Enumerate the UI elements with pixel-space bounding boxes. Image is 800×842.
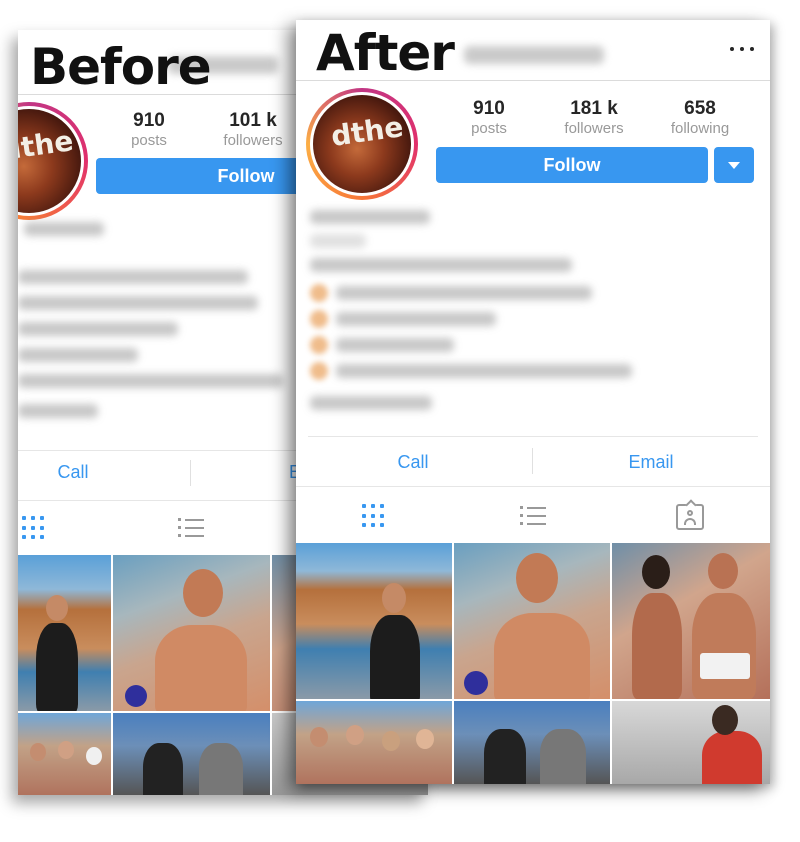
- stat-posts: 910 posts: [444, 98, 534, 138]
- after-profile-screenshot: After dthe 910 posts 181 k followers 658…: [296, 20, 770, 784]
- call-link[interactable]: Call: [378, 452, 448, 473]
- bio-line-blurred: [336, 312, 496, 326]
- bio-name-blurred: [310, 210, 430, 224]
- grid-photo[interactable]: [296, 543, 452, 699]
- avatar-text: dthe: [328, 110, 405, 153]
- profile-avatar[interactable]: dthe: [18, 102, 88, 220]
- grid-photo[interactable]: [454, 543, 610, 699]
- email-link[interactable]: Email: [614, 452, 688, 473]
- bio-category-blurred: [310, 234, 366, 248]
- followers-count: 181 k: [570, 98, 618, 119]
- grid-photo[interactable]: [454, 701, 610, 784]
- grid-photo[interactable]: [296, 701, 452, 784]
- after-label: After: [316, 24, 455, 82]
- chevron-down-icon: [728, 161, 740, 169]
- bio-line-blurred: [310, 258, 572, 272]
- posts-count: 910: [133, 110, 165, 131]
- bio-line-blurred: [18, 322, 178, 336]
- grid-photo[interactable]: [113, 713, 270, 795]
- stat-followers[interactable]: 101 k followers: [208, 110, 298, 150]
- stat-posts: 910 posts: [104, 110, 194, 150]
- bio-emoji-blurred: [310, 310, 328, 328]
- bio-line-blurred: [18, 374, 283, 388]
- posts-label: posts: [471, 120, 507, 137]
- posts-label: posts: [131, 132, 167, 149]
- bio-line-blurred: [18, 348, 138, 362]
- bio-link-blurred: [310, 396, 432, 410]
- call-link[interactable]: Call: [38, 462, 108, 483]
- list-view-icon[interactable]: [520, 506, 546, 528]
- list-view-icon[interactable]: [178, 518, 204, 540]
- profile-avatar[interactable]: dthe: [306, 88, 418, 200]
- grid-view-icon[interactable]: [362, 504, 386, 528]
- grid-photo[interactable]: [18, 713, 111, 795]
- stat-followers[interactable]: 181 k followers: [549, 98, 639, 138]
- bio-emoji-blurred: [310, 284, 328, 302]
- posts-count: 910: [473, 98, 505, 119]
- followers-label: followers: [223, 132, 283, 149]
- suggested-accounts-dropdown-button[interactable]: [714, 147, 754, 183]
- grid-photo[interactable]: [18, 555, 111, 711]
- bio-line-blurred: [18, 270, 248, 284]
- avatar-text: dthe: [18, 124, 75, 167]
- follow-button[interactable]: Follow: [436, 147, 708, 183]
- following-count: 658: [684, 98, 716, 119]
- bio-line-blurred: [18, 296, 258, 310]
- bio-emoji-blurred: [310, 362, 328, 380]
- grid-photo[interactable]: [612, 543, 770, 699]
- actions-divider: [532, 448, 533, 474]
- grid-photo[interactable]: [612, 701, 770, 784]
- tagged-photos-icon[interactable]: [676, 504, 704, 530]
- actions-divider: [190, 460, 191, 486]
- bio-line-blurred: [336, 364, 632, 378]
- username-blurred: [464, 46, 604, 64]
- actions-bottom-divider: [296, 486, 770, 487]
- stat-following[interactable]: 658 following: [655, 98, 745, 138]
- bio-name-blurred: [24, 222, 104, 236]
- bio-line-blurred: [18, 404, 98, 418]
- followers-label: followers: [564, 120, 624, 137]
- more-horizontal-icon[interactable]: [730, 40, 754, 58]
- bio-line-blurred: [336, 286, 592, 300]
- bio-line-blurred: [336, 338, 454, 352]
- actions-top-divider: [308, 436, 758, 437]
- following-label: following: [670, 120, 730, 137]
- bio-emoji-blurred: [310, 336, 328, 354]
- grid-photo[interactable]: [113, 555, 270, 711]
- followers-count: 101 k: [229, 110, 277, 131]
- before-label: Before: [30, 38, 212, 96]
- grid-view-icon[interactable]: [22, 516, 46, 540]
